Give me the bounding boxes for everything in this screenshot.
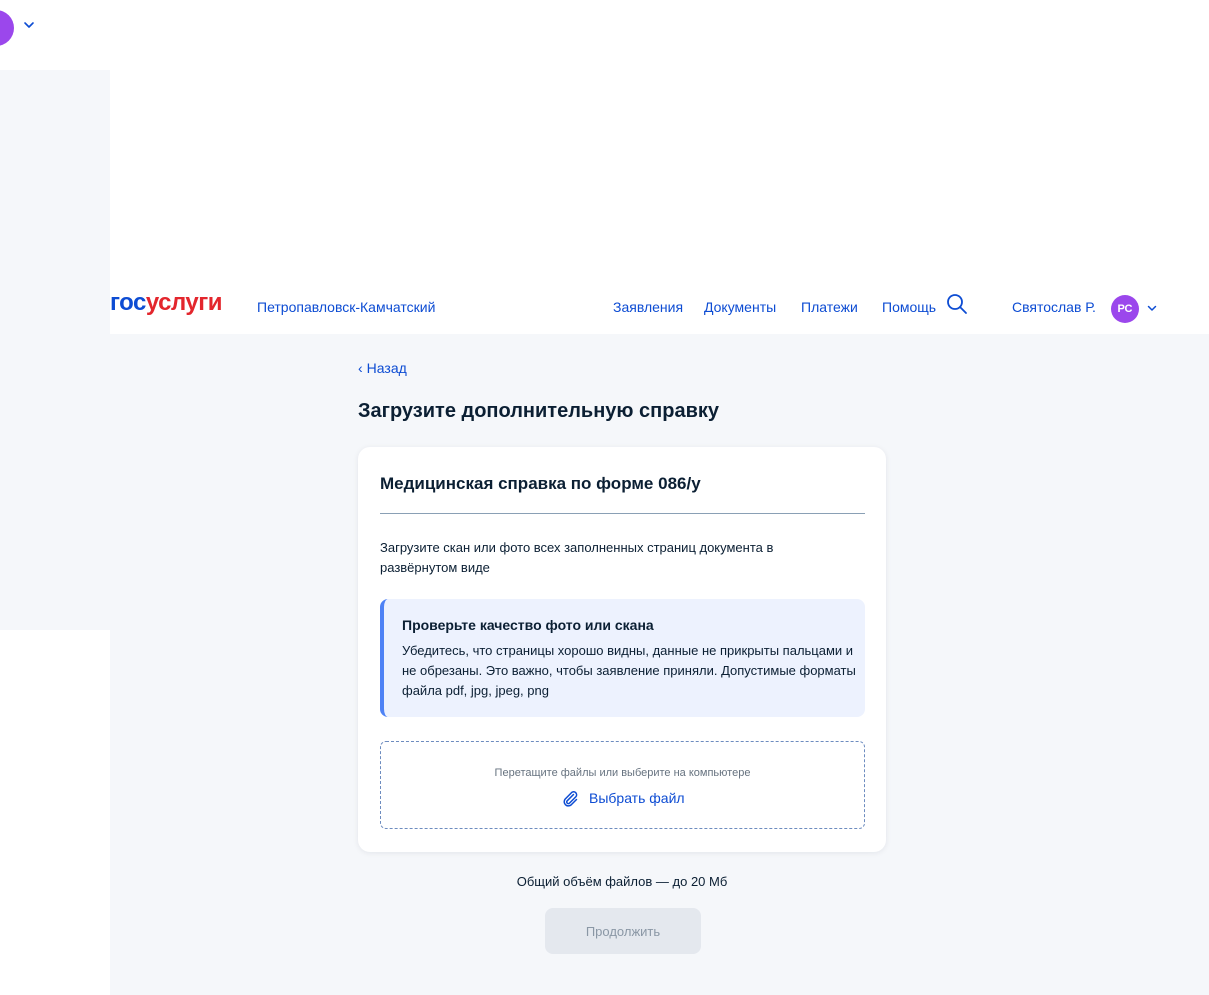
file-dropzone[interactable]: Перетащите файлы или выберите на компьют… xyxy=(380,741,865,829)
quality-notice: Проверьте качество фото или скана Убедит… xyxy=(380,599,865,717)
nav-documents[interactable]: Документы xyxy=(704,299,776,315)
upload-card: Медицинская справка по форме 086/у Загру… xyxy=(358,447,886,852)
nav-applications[interactable]: Заявления xyxy=(613,299,683,315)
background-fragment-header xyxy=(0,0,1209,70)
chevron-left-icon: ‹ xyxy=(358,360,363,376)
city-selector[interactable]: Петропавловск-Камчатский xyxy=(257,299,435,315)
chevron-down-icon xyxy=(24,22,34,28)
back-link[interactable]: ‹ Назад xyxy=(358,360,407,376)
user-name[interactable]: Святослав Р. xyxy=(1012,299,1096,315)
nav-help[interactable]: Помощь xyxy=(882,299,936,315)
drop-hint: Перетащите файлы или выберите на компьют… xyxy=(494,767,751,779)
background-fragment-bottom xyxy=(0,630,110,995)
avatar[interactable]: РС xyxy=(1111,295,1139,323)
page-title: Загрузите дополнительную справку xyxy=(358,400,720,422)
background-fragment-panel xyxy=(0,70,110,630)
upload-page: госуслуги Петропавловск-Камчатский Заявл… xyxy=(110,268,1209,995)
choose-file-button[interactable]: Выбрать файл xyxy=(561,789,685,807)
total-size-note: Общий объём файлов — до 20 Мб xyxy=(516,874,728,889)
paperclip-icon xyxy=(563,791,578,807)
notice-title: Проверьте качество фото или скана xyxy=(402,617,654,633)
gosuslugi-logo[interactable]: госуслуги xyxy=(110,289,223,317)
search-icon[interactable] xyxy=(946,293,968,315)
chevron-down-icon[interactable] xyxy=(1146,302,1158,314)
card-title: Медицинская справка по форме 086/у xyxy=(380,474,701,493)
nav-payments[interactable]: Платежи xyxy=(801,299,858,315)
divider xyxy=(380,513,865,514)
card-description: Загрузите скан или фото всех заполненных… xyxy=(380,540,774,575)
notice-text: Убедитесь, что страницы хорошо видны, да… xyxy=(402,643,856,698)
continue-button[interactable]: Продолжить xyxy=(545,908,701,954)
site-header: госуслуги Петропавловск-Камчатский Заявл… xyxy=(110,268,1209,334)
